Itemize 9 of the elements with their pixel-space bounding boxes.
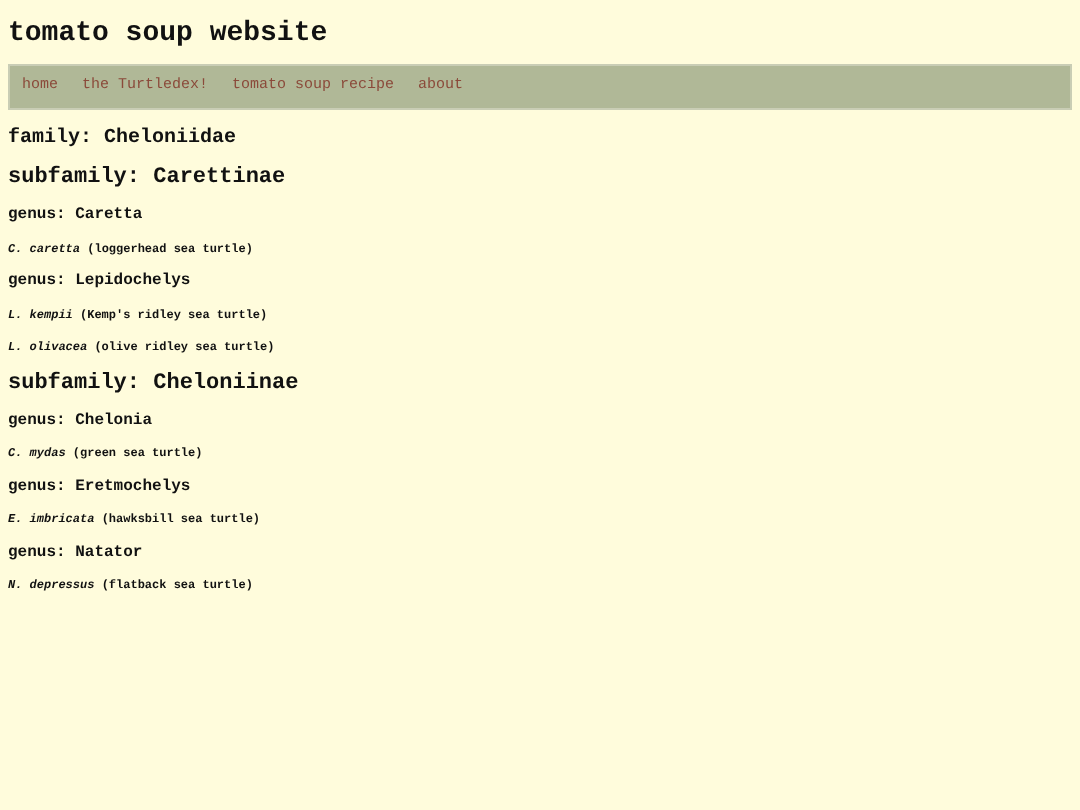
genus-heading: genus: Chelonia: [8, 411, 155, 431]
subfamily-heading: subfamily: Cheloniinae: [8, 371, 301, 398]
genus-heading: genus: Caretta: [8, 206, 145, 226]
genus-heading: genus: Lepidochelys: [8, 272, 193, 292]
subfamily-heading: subfamily: Carettinae: [8, 166, 288, 193]
family-heading: family: Cheloniidae: [8, 128, 239, 153]
genus-heading: genus: Eretmochelys: [8, 477, 193, 497]
genus-heading: genus: Natator: [8, 543, 145, 563]
site-title: tomato soup website: [6, 16, 330, 54]
